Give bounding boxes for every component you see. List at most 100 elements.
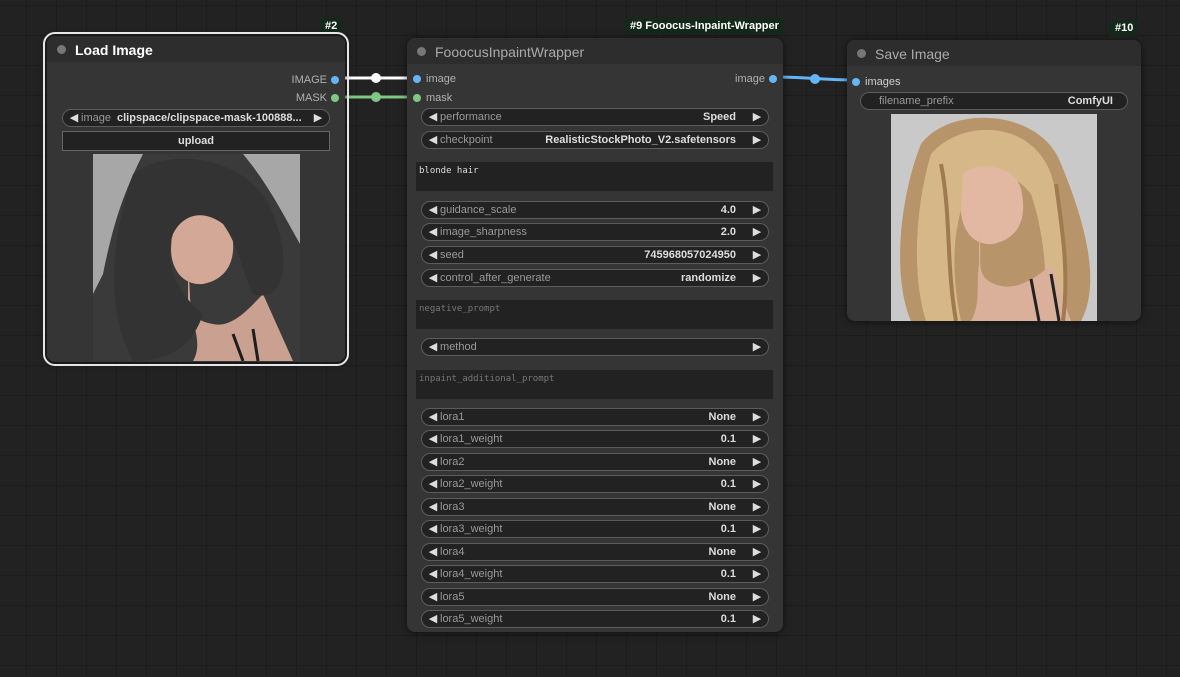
node-header[interactable]: Save Image (847, 40, 1141, 66)
widget-label: image_sharpness (440, 226, 527, 238)
widget-value: clipspace/clipspace-mask-100888... (117, 112, 302, 124)
widget-label: image (81, 112, 111, 124)
decrement-arrow-icon[interactable]: ◀ (426, 339, 440, 355)
increment-arrow-icon[interactable]: ▶ (750, 224, 764, 240)
decrement-arrow-icon[interactable]: ◀ (426, 132, 440, 148)
widget-value: 0.1 (720, 568, 736, 580)
upload-button[interactable]: upload (62, 131, 330, 151)
widget-value: 745968057024950 (644, 249, 736, 261)
output-image-dot-icon[interactable] (331, 76, 339, 84)
increment-arrow-icon[interactable]: ▶ (750, 476, 764, 492)
increment-arrow-icon[interactable]: ▶ (750, 202, 764, 218)
input-mask-dot-icon[interactable] (413, 94, 421, 102)
node-header[interactable]: Load Image (47, 36, 345, 62)
increment-arrow-icon[interactable]: ▶ (750, 132, 764, 148)
image-link-midpoint[interactable] (371, 73, 381, 83)
output-image-dot-icon[interactable] (769, 75, 777, 83)
mask-link-midpoint[interactable] (371, 92, 381, 102)
lora1-weight-widget[interactable]: ◀ lora1_weight 0.1 ▶ (421, 430, 769, 448)
increment-arrow-icon[interactable]: ▶ (750, 270, 764, 286)
increment-arrow-icon[interactable]: ▶ (750, 454, 764, 470)
widget-value: 2.0 (720, 226, 736, 238)
decrement-arrow-icon[interactable]: ◀ (426, 247, 440, 263)
widget-label: control_after_generate (440, 272, 551, 284)
output-image-slot[interactable]: image (699, 72, 779, 86)
output-mask-slot[interactable]: MASK (261, 91, 341, 105)
decrement-arrow-icon[interactable]: ◀ (426, 476, 440, 492)
negative-prompt-textarea[interactable]: negative_prompt (416, 300, 773, 329)
collapse-dot-icon[interactable] (857, 49, 866, 58)
increment-arrow-icon[interactable]: ▶ (750, 521, 764, 537)
decrement-arrow-icon[interactable]: ◀ (426, 521, 440, 537)
node-header[interactable]: FooocusInpaintWrapper (407, 38, 783, 64)
method-widget[interactable]: ◀ method ▶ (421, 338, 769, 356)
widget-label: lora1 (440, 411, 465, 423)
lora5-widget[interactable]: ◀ lora5 None ▶ (421, 588, 769, 606)
decrement-arrow-icon[interactable]: ◀ (426, 611, 440, 627)
increment-arrow-icon[interactable]: ▶ (750, 109, 764, 125)
decrement-arrow-icon[interactable]: ◀ (426, 224, 440, 240)
input-images-slot[interactable]: images (852, 75, 900, 89)
decrement-arrow-icon[interactable]: ◀ (426, 454, 440, 470)
prompt-textarea[interactable]: blonde hair (416, 162, 773, 191)
input-image-label: image (426, 73, 456, 85)
checkpoint-widget[interactable]: ◀ checkpoint RealisticStockPhoto_V2.safe… (421, 131, 769, 149)
increment-arrow-icon[interactable]: ▶ (750, 499, 764, 515)
save-image-node[interactable]: Save Image images filename_prefix ComfyU… (847, 40, 1141, 321)
image-combo-widget[interactable]: ◀ image clipspace/clipspace-mask-100888.… (62, 109, 330, 127)
decrement-arrow-icon[interactable]: ◀ (426, 109, 440, 125)
lora2-weight-widget[interactable]: ◀ lora2_weight 0.1 ▶ (421, 475, 769, 493)
input-mask-slot[interactable]: mask (413, 91, 452, 105)
widget-label: lora5_weight (440, 613, 503, 625)
lora4-weight-widget[interactable]: ◀ lora4_weight 0.1 ▶ (421, 565, 769, 583)
lora3-weight-widget[interactable]: ◀ lora3_weight 0.1 ▶ (421, 520, 769, 538)
lora1-widget[interactable]: ◀ lora1 None ▶ (421, 408, 769, 426)
control-after-generate-widget[interactable]: ◀ control_after_generate randomize ▶ (421, 269, 769, 287)
widget-value: 0.1 (720, 478, 736, 490)
increment-arrow-icon[interactable]: ▶ (750, 544, 764, 560)
input-image-dot-icon[interactable] (413, 75, 421, 83)
filename-prefix-widget[interactable]: filename_prefix ComfyUI (860, 92, 1128, 110)
performance-widget[interactable]: ◀ performance Speed ▶ (421, 108, 769, 126)
decrement-arrow-icon[interactable]: ◀ (426, 202, 440, 218)
inpaint-additional-prompt-textarea[interactable]: inpaint_additional_prompt (416, 370, 773, 399)
fooocus-inpaint-wrapper-node[interactable]: FooocusInpaintWrapper image mask image ◀… (407, 38, 783, 632)
decrement-arrow-icon[interactable]: ◀ (426, 566, 440, 582)
increment-arrow-icon[interactable]: ▶ (750, 431, 764, 447)
images-link-midpoint[interactable] (810, 74, 820, 84)
decrement-arrow-icon[interactable]: ◀ (426, 431, 440, 447)
increment-arrow-icon[interactable]: ▶ (750, 339, 764, 355)
output-mask-dot-icon[interactable] (331, 94, 339, 102)
decrement-arrow-icon[interactable]: ◀ (426, 589, 440, 605)
lora4-widget[interactable]: ◀ lora4 None ▶ (421, 543, 769, 561)
increment-arrow-icon[interactable]: ▶ (750, 611, 764, 627)
output-image-preview (891, 114, 1097, 321)
lora5-weight-widget[interactable]: ◀ lora5_weight 0.1 ▶ (421, 610, 769, 628)
widget-label: checkpoint (440, 134, 493, 146)
node-id-badge: #9 Fooocus-Inpaint-Wrapper (625, 18, 784, 34)
increment-arrow-icon[interactable]: ▶ (750, 247, 764, 263)
decrement-arrow-icon[interactable]: ◀ (426, 499, 440, 515)
load-image-node[interactable]: Load Image IMAGE MASK ◀ image clipspace/… (43, 32, 349, 366)
seed-widget[interactable]: ◀ seed 745968057024950 ▶ (421, 246, 769, 264)
collapse-dot-icon[interactable] (57, 45, 66, 54)
guidance-scale-widget[interactable]: ◀ guidance_scale 4.0 ▶ (421, 201, 769, 219)
decrement-arrow-icon[interactable]: ◀ (67, 110, 81, 126)
decrement-arrow-icon[interactable]: ◀ (426, 409, 440, 425)
increment-arrow-icon[interactable]: ▶ (750, 566, 764, 582)
input-images-dot-icon[interactable] (852, 78, 860, 86)
increment-arrow-icon[interactable]: ▶ (750, 589, 764, 605)
input-image-slot[interactable]: image (413, 72, 456, 86)
output-mask-label: MASK (295, 92, 327, 104)
decrement-arrow-icon[interactable]: ◀ (426, 270, 440, 286)
increment-arrow-icon[interactable]: ▶ (311, 110, 325, 126)
increment-arrow-icon[interactable]: ▶ (750, 409, 764, 425)
decrement-arrow-icon[interactable]: ◀ (426, 544, 440, 560)
collapse-dot-icon[interactable] (417, 47, 426, 56)
output-image-slot[interactable]: IMAGE (261, 73, 341, 87)
image-sharpness-widget[interactable]: ◀ image_sharpness 2.0 ▶ (421, 223, 769, 241)
widget-label: lora3_weight (440, 523, 503, 535)
lora3-widget[interactable]: ◀ lora3 None ▶ (421, 498, 769, 516)
lora2-widget[interactable]: ◀ lora2 None ▶ (421, 453, 769, 471)
widget-value: None (708, 546, 737, 558)
